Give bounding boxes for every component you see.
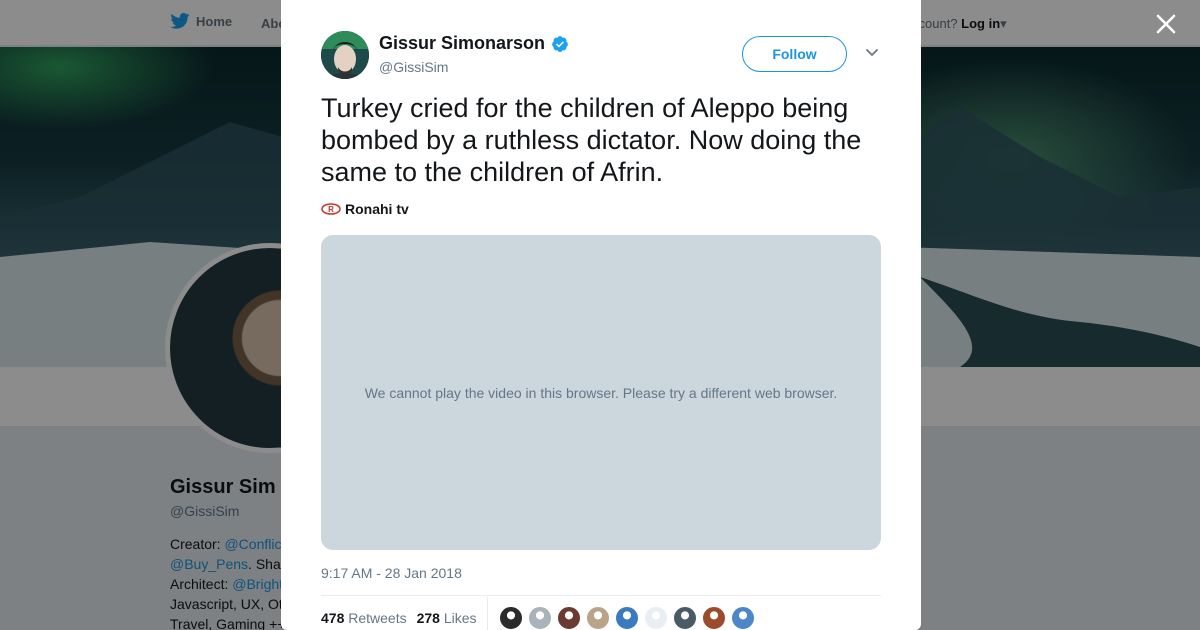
liker-avatars	[499, 606, 755, 630]
liker-avatar[interactable]	[586, 606, 610, 630]
source-name: Ronahi tv	[345, 201, 409, 217]
retweets-stat[interactable]: 478 Retweets	[321, 610, 407, 626]
liker-avatar[interactable]	[557, 606, 581, 630]
ronahi-logo-icon: R	[321, 203, 341, 215]
media-source-attribution[interactable]: R Ronahi tv	[321, 201, 409, 217]
video-unsupported-message: We cannot play the video in this browser…	[364, 384, 838, 401]
tweet-text: Turkey cried for the children of Aleppo …	[321, 93, 862, 187]
likes-count: 278	[416, 610, 440, 626]
tweet-author-handle[interactable]: @GissiSim	[379, 59, 448, 75]
retweets-label: Retweets	[348, 610, 407, 626]
author-avatar-image	[321, 31, 369, 79]
video-player[interactable]: We cannot play the video in this browser…	[321, 235, 881, 550]
tweet-timestamp[interactable]: 9:17 AM - 28 Jan 2018	[321, 565, 462, 581]
liker-avatar[interactable]	[615, 606, 639, 630]
chevron-down-icon[interactable]	[865, 48, 879, 58]
tweet-stats: 478 Retweets 278 Likes	[321, 610, 477, 626]
author-name-text: Gissur Simonarson	[379, 33, 546, 53]
svg-text:R: R	[328, 205, 334, 214]
liker-avatar[interactable]	[731, 606, 755, 630]
follow-button[interactable]: Follow	[742, 36, 847, 72]
liker-avatar[interactable]	[644, 606, 668, 630]
liker-avatar[interactable]	[528, 606, 552, 630]
likes-label: Likes	[443, 610, 477, 626]
close-icon[interactable]	[1154, 12, 1178, 36]
likes-stat[interactable]: 278 Likes	[417, 610, 477, 626]
divider	[321, 595, 881, 596]
liker-avatar[interactable]	[702, 606, 726, 630]
tweet-author-name[interactable]: Gissur Simonarson	[379, 33, 569, 54]
tweet-author-avatar[interactable]	[321, 31, 369, 79]
stats-separator	[487, 597, 488, 630]
liker-avatar[interactable]	[673, 606, 697, 630]
tweet-modal: Gissur Simonarson @GissiSim Follow Turke…	[281, 0, 921, 630]
verified-badge-icon	[552, 35, 568, 52]
liker-avatar[interactable]	[499, 606, 523, 630]
retweets-count: 478	[321, 610, 345, 626]
